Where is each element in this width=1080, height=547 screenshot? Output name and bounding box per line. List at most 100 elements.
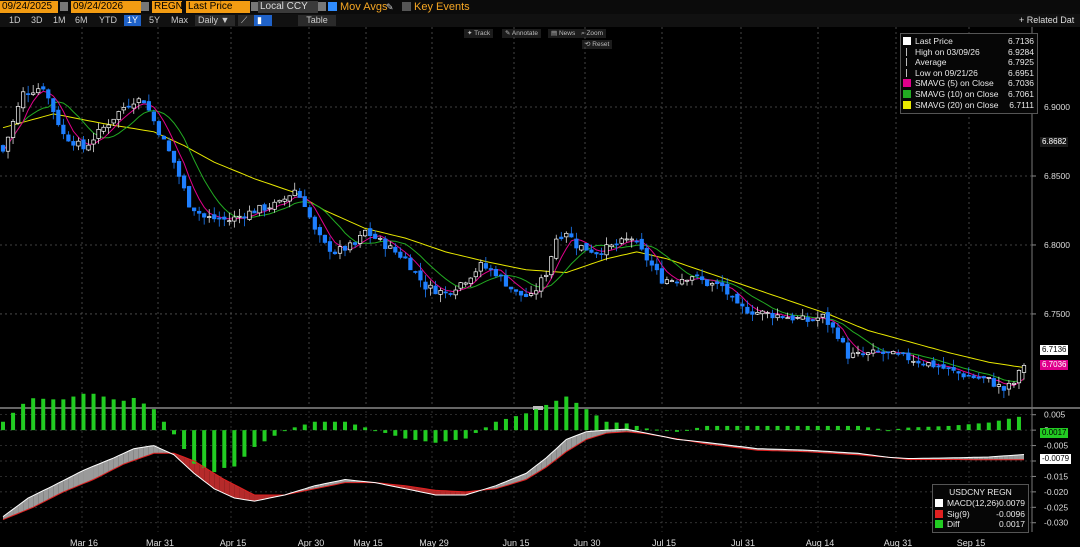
security-field[interactable]: REGN	[152, 1, 183, 13]
range-button-ytd[interactable]: YTD	[96, 15, 120, 26]
calendar-icon[interactable]	[141, 2, 149, 11]
mov-avgs-label[interactable]: Mov Avgs	[340, 0, 388, 14]
diff-bar	[594, 415, 599, 431]
legend-row: SMAVG (20) on Close 6.7111	[903, 100, 1034, 110]
diff-bar	[363, 427, 368, 431]
candle	[775, 314, 780, 319]
legend-value: 6.7136	[1008, 36, 1034, 46]
diff-bar	[41, 398, 46, 431]
candle	[599, 253, 604, 255]
candle	[911, 360, 916, 363]
candle	[996, 384, 1001, 387]
candle	[579, 245, 584, 251]
diff-bar	[906, 427, 911, 431]
candle	[418, 270, 423, 281]
start-date-field[interactable]: 09/24/2025	[0, 1, 58, 13]
macd-legend-title: USDCNY REGN	[949, 487, 1012, 497]
candle	[886, 351, 891, 354]
legend-label: Average	[915, 57, 947, 68]
key-events-label[interactable]: Key Events	[414, 0, 470, 14]
candle	[901, 352, 906, 355]
legend-label: SMAVG (10) on Close	[915, 89, 999, 99]
candle	[1006, 382, 1012, 390]
diff-bar	[232, 430, 237, 467]
key-events-checkbox[interactable]	[402, 2, 411, 11]
candle	[1001, 386, 1006, 391]
top-toolbar: 09/24/2025 09/24/2026 REGN Last Price Lo…	[0, 0, 1080, 14]
range-button-max[interactable]: Max	[168, 15, 191, 26]
candle	[96, 128, 101, 139]
candle	[850, 352, 856, 358]
y-tick-label: 6.8000	[1044, 240, 1070, 250]
frequency-select[interactable]: Daily ▼	[195, 15, 235, 26]
candle-chart-icon[interactable]: ▮	[254, 15, 272, 26]
range-button-1y[interactable]: 1Y	[124, 15, 142, 26]
candle	[961, 373, 966, 378]
candle	[116, 111, 121, 120]
legend-label: Low on 09/21/26	[915, 67, 978, 78]
candle	[1016, 370, 1022, 384]
diff-bar	[896, 428, 901, 431]
diff-bar	[735, 425, 740, 431]
diff-bar	[986, 422, 991, 431]
candle	[31, 92, 36, 95]
candle	[679, 279, 685, 285]
candle	[755, 311, 760, 315]
candle	[710, 283, 715, 286]
legend-value: 0.0017	[999, 519, 1025, 529]
candle	[906, 352, 911, 361]
macd-tick-label: -0.030	[1044, 518, 1068, 528]
candle	[10, 121, 16, 138]
macd-tick-label: 0.005	[1044, 410, 1066, 420]
calendar-icon[interactable]	[60, 2, 68, 11]
diff-bar	[463, 430, 468, 439]
candle	[312, 216, 317, 230]
candle	[357, 235, 363, 244]
candle	[624, 238, 629, 241]
candle	[403, 256, 408, 259]
candle	[307, 207, 312, 218]
candle	[61, 124, 66, 135]
candle	[559, 236, 564, 240]
related-data-button[interactable]: + Related Dat	[1016, 15, 1080, 26]
candle	[247, 210, 252, 220]
candle	[664, 279, 670, 284]
legend-value: 6.6951	[1008, 67, 1034, 78]
candle	[468, 277, 473, 284]
diff-bar	[544, 404, 549, 431]
range-button-1d[interactable]: 1D	[6, 15, 24, 26]
legend-label: Diff	[947, 519, 960, 529]
candle	[317, 227, 322, 236]
candle	[529, 293, 534, 296]
candle	[674, 281, 680, 284]
diff-bar	[936, 426, 941, 431]
legend-value: 6.7061	[1008, 89, 1034, 99]
x-tick-label: Mar 16	[70, 538, 98, 547]
dropdown-icon[interactable]	[318, 2, 326, 11]
candle	[523, 293, 529, 297]
range-button-6m[interactable]: 6M	[72, 15, 91, 26]
price-field-select[interactable]: Last Price	[186, 1, 250, 13]
diff-bar	[815, 425, 820, 431]
end-date-field[interactable]: 09/24/2026	[71, 1, 141, 13]
mov-avgs-checkbox[interactable]	[328, 2, 337, 11]
range-button-1m[interactable]: 1M	[50, 15, 69, 26]
table-button[interactable]: Table	[298, 15, 336, 26]
candle	[951, 367, 956, 371]
candle	[161, 135, 167, 140]
legend-swatch	[903, 100, 911, 109]
range-button-5y[interactable]: 5Y	[146, 15, 163, 26]
pencil-icon[interactable]: ✎	[386, 2, 396, 12]
candle	[156, 121, 162, 136]
candle	[865, 352, 871, 355]
diff-bar	[866, 427, 871, 431]
diff-bar	[81, 393, 86, 431]
candle	[619, 238, 624, 244]
legend-row: Average 6.7925	[903, 57, 1034, 67]
currency-select[interactable]: Local CCY	[258, 1, 318, 13]
range-button-3d[interactable]: 3D	[28, 15, 46, 26]
macd-tick-label: -0.025	[1044, 502, 1068, 512]
candle	[594, 252, 599, 255]
candle	[202, 213, 207, 218]
legend-label: Last Price	[915, 36, 953, 46]
